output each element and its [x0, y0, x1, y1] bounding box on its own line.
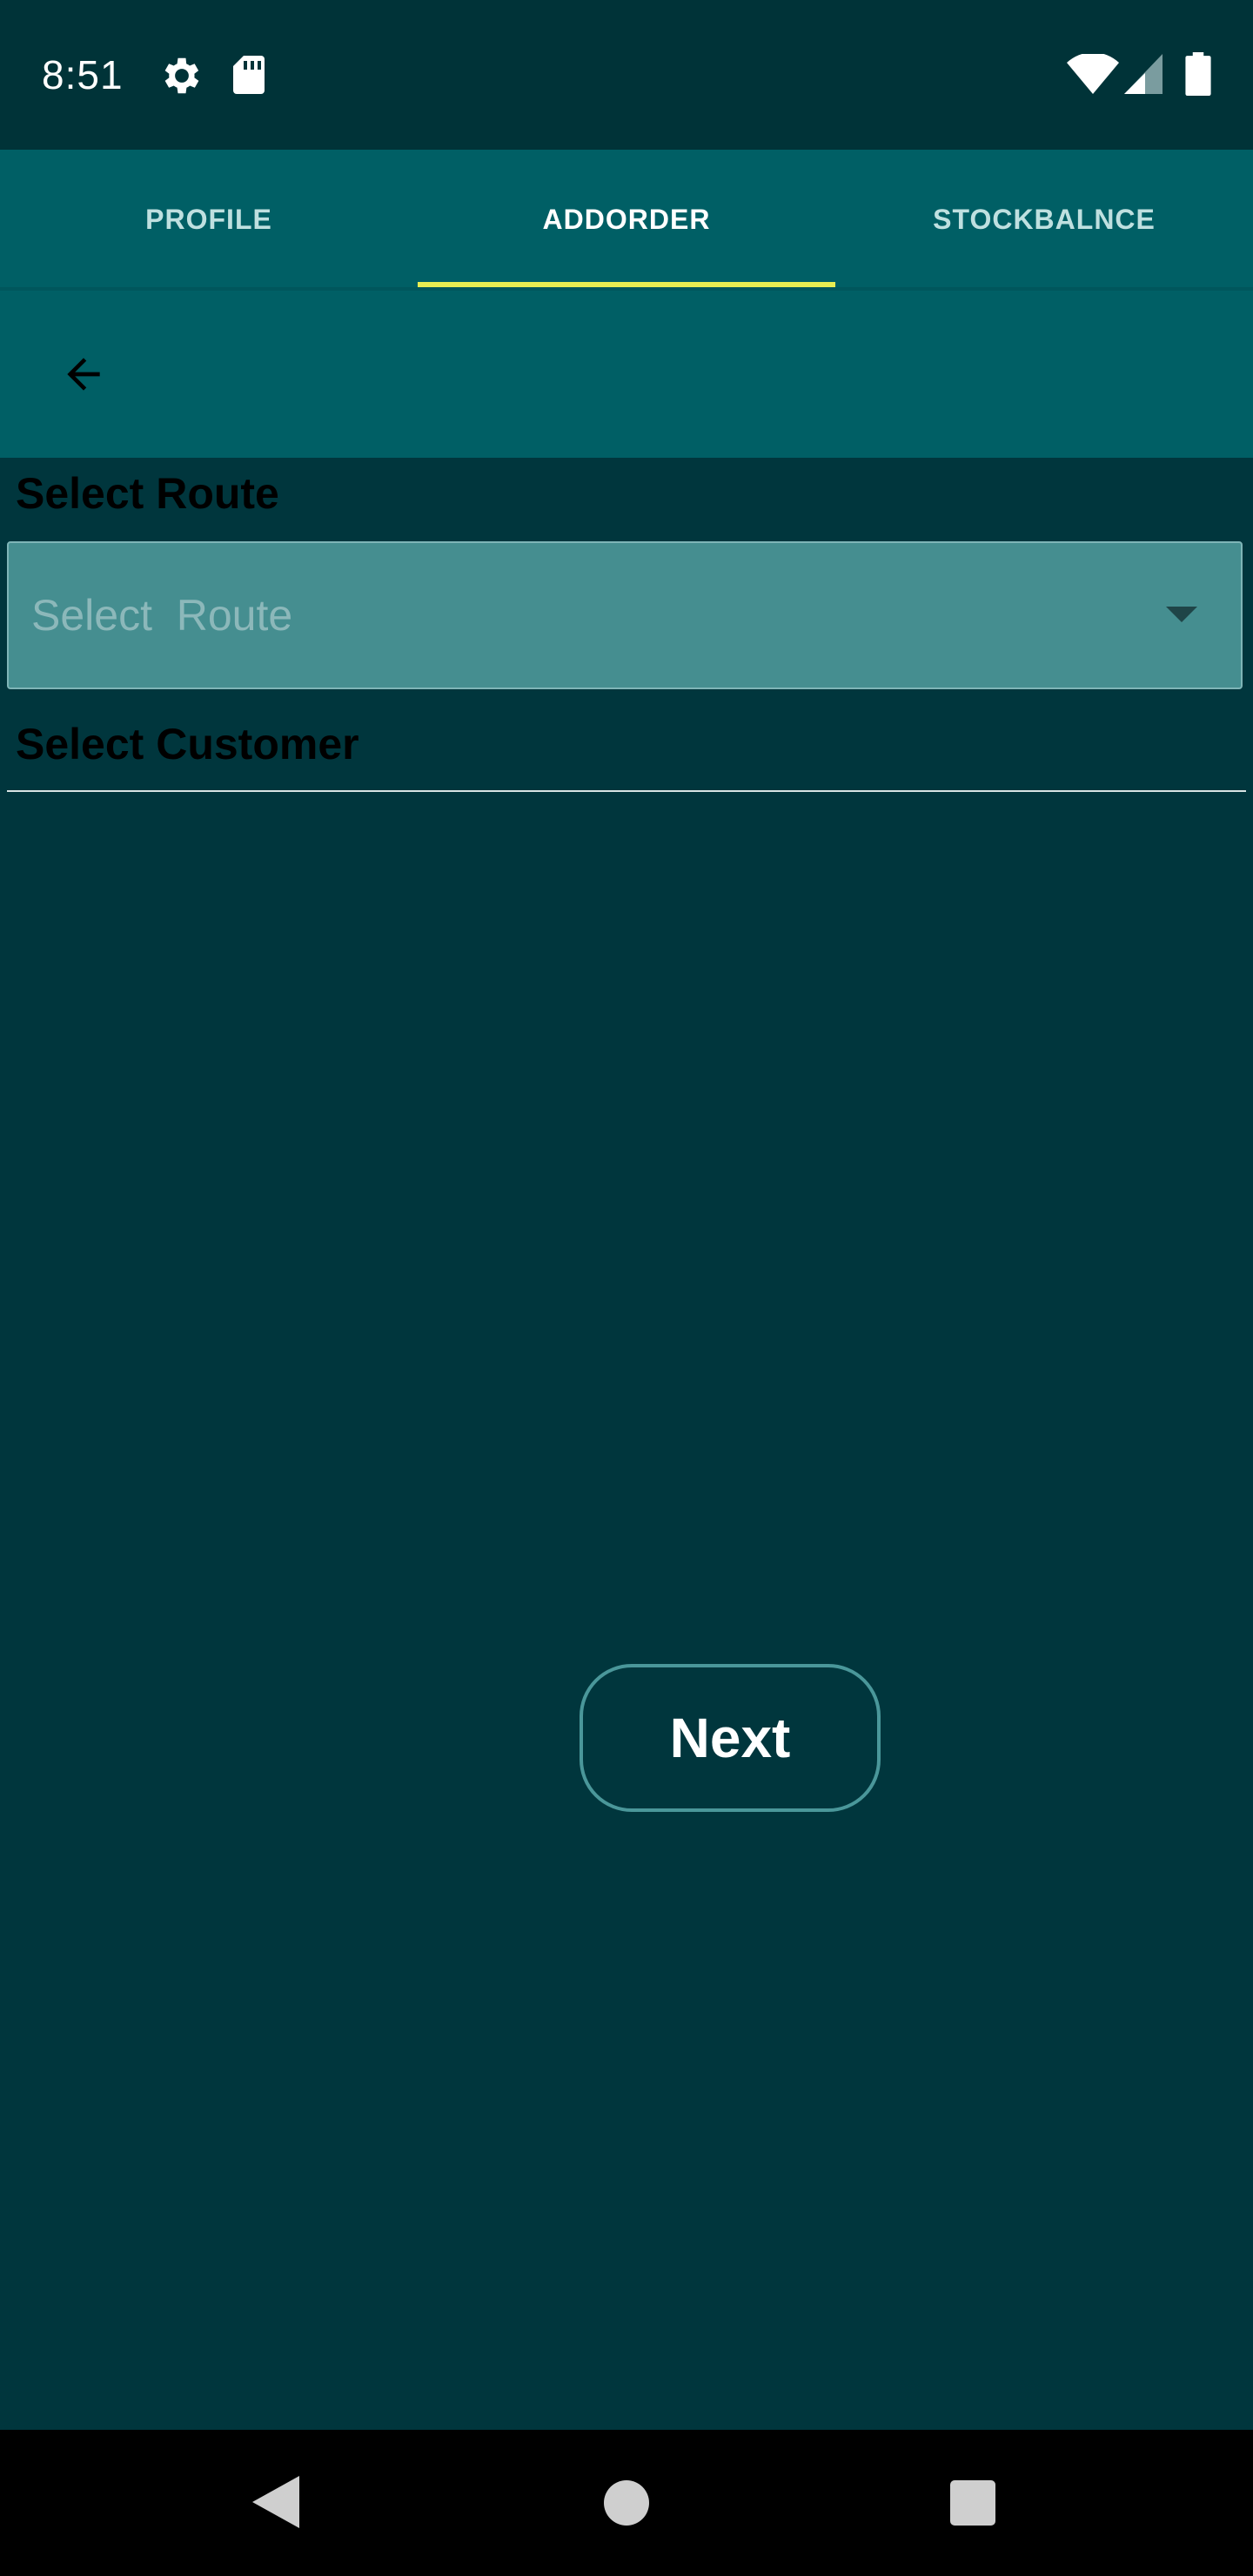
chevron-down-icon	[1166, 607, 1197, 622]
select-route-label: Select Route	[16, 469, 279, 518]
status-bar: 8:51	[0, 0, 1253, 150]
route-dropdown-placeholder: Select Route	[31, 591, 293, 640]
back-button[interactable]	[49, 339, 118, 409]
next-button[interactable]: Next	[580, 1664, 881, 1812]
back-triangle-icon[interactable]	[252, 2475, 299, 2529]
home-circle-icon[interactable]	[604, 2480, 649, 2526]
arrow-left-icon	[67, 358, 100, 391]
battery-icon	[1185, 52, 1211, 96]
tab-addorder[interactable]: ADDORDER	[418, 150, 835, 289]
wifi-icon	[1067, 54, 1119, 94]
tab-addorder-label: ADDORDER	[542, 203, 711, 235]
tab-profile-label: PROFILE	[145, 203, 272, 235]
customer-field-underline[interactable]	[7, 790, 1246, 792]
recents-square-icon[interactable]	[950, 2480, 995, 2526]
tab-bar: PROFILE ADDORDER STOCKBALNCE	[0, 150, 1253, 289]
tab-stockbalnce-label: STOCKBALNCE	[933, 203, 1156, 235]
route-dropdown[interactable]: Select Route	[7, 541, 1243, 689]
status-time: 8:51	[42, 52, 124, 97]
select-customer-label: Select Customer	[16, 720, 359, 768]
tab-stockbalnce[interactable]: STOCKBALNCE	[835, 150, 1253, 289]
signal-icon	[1124, 54, 1163, 94]
toolbar	[0, 291, 1253, 458]
sd-card-icon	[233, 56, 265, 94]
gear-icon	[164, 57, 199, 94]
tab-profile[interactable]: PROFILE	[0, 150, 418, 289]
system-nav-bar	[0, 2430, 1253, 2576]
